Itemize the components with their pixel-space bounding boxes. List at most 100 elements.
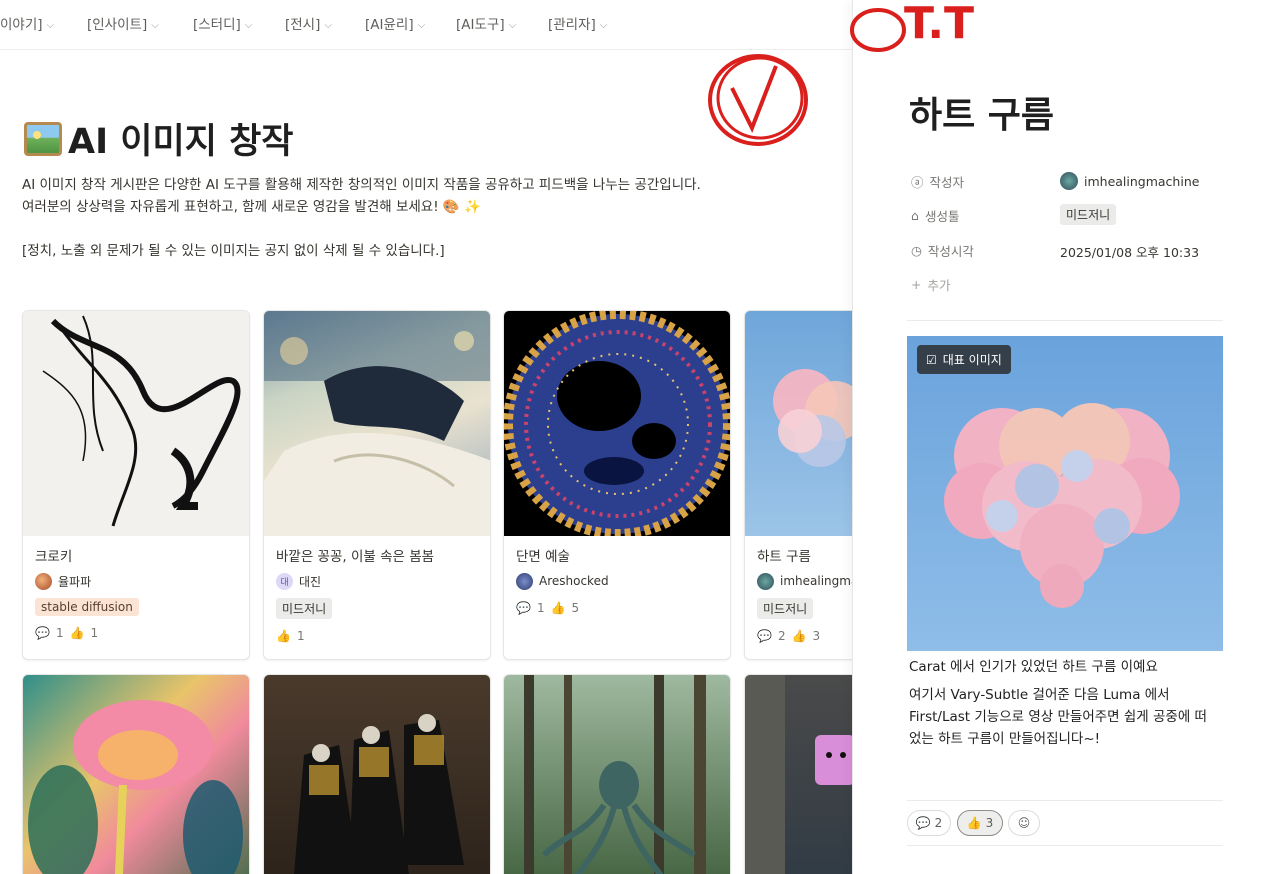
author-name: imhealingmachine — [1084, 173, 1200, 189]
card-title: 바깥은 꽁꽁, 이불 속은 봄봄 — [276, 549, 435, 565]
nav-item-ai-tools[interactable]: [AI도구] ⌵ — [456, 13, 516, 33]
nav-item-exhibit[interactable]: [전시] ⌵ — [285, 13, 332, 33]
card-author: 율파파 — [35, 571, 237, 591]
like-count: 1 — [90, 626, 99, 640]
tool-tag: 미드저니 — [276, 598, 333, 619]
gallery-card[interactable]: 바깥은 꽁꽁, 이불 속은 봄봄 대 대진 미드저니 👍 1 — [263, 310, 491, 660]
tool-tag: 미드저니 — [1060, 204, 1117, 225]
avatar — [516, 572, 533, 590]
framed-picture-icon — [24, 121, 62, 156]
nav-item-label: [인사이트] — [87, 17, 148, 33]
add-property-label: 추가 — [927, 278, 951, 293]
thumbs-up-icon: 👍 — [966, 816, 982, 830]
card-thumbnail — [264, 675, 490, 874]
body-paragraph: 여기서 Vary-Subtle 걸어준 다음 Luma 에서 First/Las… — [909, 687, 1207, 747]
card-author: 대 대진 — [276, 571, 478, 591]
avatar — [1060, 172, 1078, 190]
gallery-card[interactable]: 크로키 율파파 stable diffusion 💬 1 👍 1 — [22, 310, 250, 660]
card-thumbnail — [264, 311, 490, 536]
created-time: 2025/01/08 오후 10:33 — [1060, 245, 1200, 260]
tool-value[interactable]: 미드저니 — [1060, 204, 1117, 225]
card-stats: 💬 1 👍 1 — [35, 624, 237, 642]
cover-badge-label: 대표 이미지 — [942, 353, 1002, 367]
author-value[interactable]: imhealingmachine — [1060, 172, 1199, 190]
comment-count-button[interactable]: 💬 2 — [907, 810, 951, 836]
avatar — [35, 572, 52, 590]
comment-icon: 💬 — [757, 629, 772, 643]
nav-item-stories[interactable]: 이야기] ⌵ — [0, 13, 54, 33]
nav-item-study[interactable]: [스터디] ⌵ — [193, 13, 252, 33]
cover-badge: ☑ 대표 이미지 — [917, 345, 1011, 374]
thumbs-up-icon: 👍 — [69, 626, 85, 640]
nav-item-label: [스터디] — [193, 17, 241, 33]
chevron-down-icon: ⌵ — [417, 20, 426, 31]
card-thumbnail — [504, 311, 730, 536]
chevron-down-icon: ⌵ — [508, 20, 517, 31]
nav-item-ai-ethics[interactable]: [AI윤리] ⌵ — [365, 13, 425, 33]
plus-icon: + — [911, 277, 922, 292]
property-author: ⓐ 작성자 — [911, 172, 964, 191]
page-description: AI 이미지 창작 게시판은 다양한 AI 도구를 활용해 제작한 창의적인 이… — [22, 177, 701, 259]
comment-count: 1 — [55, 626, 64, 640]
cover-image[interactable]: ☑ 대표 이미지 — [907, 336, 1223, 651]
page-title: AI 이미지 창작 — [24, 113, 293, 164]
author-name: 대진 — [299, 574, 322, 589]
checkbox-icon: ☑ — [926, 352, 937, 367]
clock-icon: ◷ — [911, 243, 922, 258]
property-label: 생성툴 — [924, 209, 960, 224]
property-label: 작성자 — [929, 175, 965, 190]
chevron-down-icon: ⌵ — [244, 20, 253, 31]
nav-item-insight[interactable]: [인사이트] ⌵ — [87, 13, 159, 33]
at-sign-icon: ⓐ — [911, 175, 924, 190]
tag-icon: ⌂ — [911, 208, 919, 223]
gallery-card[interactable]: 단면 예술 Areshocked 💬 1 👍 5 — [503, 310, 731, 660]
thumbs-up-icon: 👍 — [791, 629, 807, 643]
comment-count: 1 — [536, 601, 545, 615]
gallery-card[interactable] — [503, 674, 731, 874]
card-title: 단면 예술 — [516, 549, 570, 565]
detail-title: 하트 구름 — [909, 95, 1055, 136]
like-count: 1 — [296, 629, 305, 643]
thumbs-up-icon: 👍 — [276, 629, 291, 643]
body-paragraph: Carat 에서 인기가 있었던 하트 구름 이예요 — [909, 659, 1158, 675]
card-stats: 💬 1 👍 5 — [516, 599, 718, 617]
chevron-down-icon: ⌵ — [599, 20, 608, 31]
like-count: 5 — [571, 601, 580, 615]
like-count: 3 — [812, 629, 821, 643]
card-title: 크로키 — [35, 549, 73, 565]
thumbs-up-icon: 👍 — [550, 601, 566, 615]
author-name: Areshocked — [539, 574, 609, 588]
card-thumbnail — [504, 675, 730, 874]
created-time-value: 2025/01/08 오후 10:33 — [1060, 242, 1199, 261]
nav-item-label: [AI윤리] — [365, 17, 414, 33]
card-thumbnail — [23, 675, 249, 874]
avatar: 대 — [276, 572, 293, 590]
divider — [907, 320, 1223, 321]
nav-item-admin[interactable]: [관리자] ⌵ — [548, 13, 607, 33]
comment-icon: 💬 — [915, 816, 931, 830]
divider — [907, 800, 1223, 801]
tool-tag: 미드저니 — [757, 598, 814, 619]
author-name: 율파파 — [58, 574, 92, 589]
card-thumbnail — [23, 311, 249, 536]
divider — [907, 845, 1223, 846]
nav-item-label: [AI도구] — [456, 17, 505, 33]
comment-icon: 💬 — [516, 601, 531, 615]
card-stats: 👍 1 — [276, 627, 478, 645]
gallery-card[interactable] — [22, 674, 250, 874]
comment-count: 2 — [934, 816, 943, 830]
nav-item-label: 이야기] — [0, 17, 43, 33]
tool-tag: stable diffusion — [35, 598, 139, 616]
property-label: 작성시각 — [927, 244, 974, 259]
chevron-down-icon: ⌵ — [151, 20, 159, 31]
add-property-button[interactable]: + 추가 — [911, 275, 951, 294]
nav-item-label: [관리자] — [548, 17, 596, 33]
like-count: 3 — [985, 816, 994, 830]
comment-icon: 💬 — [35, 626, 50, 640]
add-reaction-button[interactable]: ☺ — [1008, 810, 1040, 836]
card-author: Areshocked — [516, 571, 718, 591]
like-reaction-button[interactable]: 👍 3 — [957, 810, 1003, 836]
comment-count: 2 — [777, 629, 786, 643]
gallery-card[interactable] — [263, 674, 491, 874]
property-tool: ⌂ 생성툴 — [911, 206, 959, 225]
